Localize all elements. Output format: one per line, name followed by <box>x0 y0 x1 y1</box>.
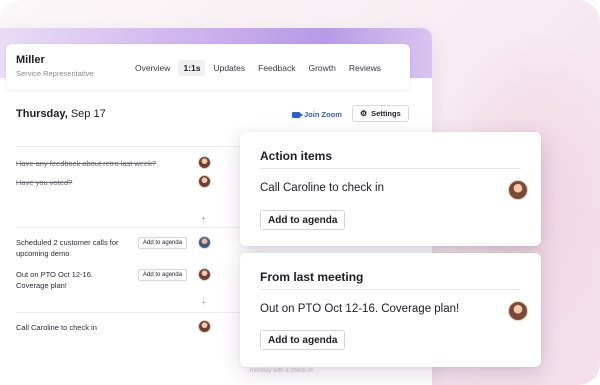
gear-icon: ⚙ <box>360 109 368 118</box>
from-last-meeting-card: From last meeting Out on PTO Oct 12-16. … <box>240 253 541 367</box>
employee-role: Service Representative <box>16 69 94 78</box>
tab-growth[interactable]: Growth <box>303 60 340 76</box>
avatar <box>198 320 211 333</box>
add-to-agenda-button[interactable]: Add to agenda <box>138 237 188 249</box>
agenda-item-completed: Have you voted? <box>16 178 73 187</box>
faded-text: monday with a check-in <box>250 368 313 374</box>
divider <box>260 168 521 169</box>
join-zoom-label: Join Zoom <box>304 110 342 119</box>
action-item: Call Caroline to check in <box>260 182 385 194</box>
add-item-icon[interactable]: + <box>201 214 206 223</box>
avatar <box>198 268 211 281</box>
last-meeting-item: Out on PTO Oct 12-16. Coverage plan! <box>260 303 460 315</box>
action-items-card: Action items Call Caroline to check in A… <box>240 132 541 246</box>
divider <box>260 289 521 290</box>
employee-name: Miller <box>16 54 45 66</box>
add-item-icon[interactable]: + <box>201 298 206 307</box>
agenda-item: Scheduled 2 customer calls for upcoming … <box>16 238 119 258</box>
agenda-item: Call Caroline to check in <box>16 323 97 332</box>
avatar <box>198 156 211 169</box>
agenda-item: Out on PTO Oct 12-16. Coverage plan! <box>16 270 93 290</box>
add-to-agenda-button[interactable]: Add to agenda <box>260 210 346 230</box>
tab-reviews[interactable]: Reviews <box>344 60 386 76</box>
meeting-day: Thursday, <box>16 108 68 120</box>
employee-header: Miller Service Representative Overview 1… <box>6 44 410 90</box>
card-title: From last meeting <box>260 270 364 284</box>
tab-feedback[interactable]: Feedback <box>253 60 300 76</box>
agenda-item-completed: Have any feedback about retro last week? <box>16 159 157 168</box>
avatar <box>198 175 211 188</box>
avatar <box>508 301 528 321</box>
tab-updates[interactable]: Updates <box>208 60 250 76</box>
tab-one-on-ones[interactable]: 1:1s <box>178 60 206 76</box>
meeting-date-text: Sep 17 <box>67 108 106 120</box>
card-title: Action items <box>260 149 333 163</box>
join-zoom-link[interactable]: Join Zoom <box>292 110 342 119</box>
tab-overview[interactable]: Overview <box>130 60 175 76</box>
add-to-agenda-button[interactable]: Add to agenda <box>138 269 188 281</box>
avatar <box>198 236 211 249</box>
avatar <box>508 180 528 200</box>
settings-button[interactable]: ⚙ Settings <box>352 105 409 122</box>
meeting-date: Thursday, Sep 17 <box>16 108 106 120</box>
video-camera-icon <box>292 111 303 118</box>
tab-bar: Overview 1:1s Updates Feedback Growth Re… <box>130 60 389 76</box>
add-to-agenda-button[interactable]: Add to agenda <box>260 330 346 350</box>
settings-label: Settings <box>371 109 401 118</box>
